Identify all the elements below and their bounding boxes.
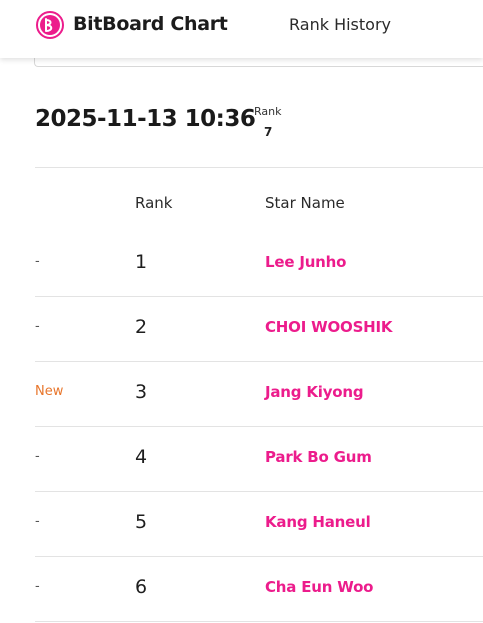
rank-number: 1 [135, 251, 148, 273]
table-row: - 1 Lee Junho [35, 232, 483, 297]
new-badge: New [35, 384, 64, 399]
table-row: - 6 Cha Eun Woo [35, 557, 483, 622]
rank-number: 4 [135, 446, 148, 468]
star-name-link[interactable]: Jang Kiyong [265, 383, 364, 401]
rank-change: - [35, 579, 40, 594]
rank-number: 6 [135, 576, 148, 598]
column-header-star-name: Star Name [265, 194, 345, 212]
rank-number: 3 [135, 381, 148, 403]
star-name-link[interactable]: CHOI WOOSHIK [265, 318, 393, 336]
star-name-link[interactable]: Kang Haneul [265, 513, 371, 531]
rank-change: - [35, 449, 40, 464]
rank-label: Rank [254, 105, 282, 118]
bitboard-logo-icon[interactable] [36, 11, 64, 39]
table-row: - 5 Kang Haneul [35, 492, 483, 557]
brand-title[interactable]: BitBoard Chart [73, 13, 228, 35]
table-row: - 2 CHOI WOOSHIK [35, 297, 483, 362]
chart-datetime: 2025-11-13 10:36 [35, 106, 256, 132]
rank-change: - [35, 319, 40, 334]
panel-edge [34, 58, 483, 67]
divider [35, 167, 483, 168]
table-row: New 3 Jang Kiyong [35, 362, 483, 427]
nav-rank-history[interactable]: Rank History [289, 15, 391, 34]
rank-value: 7 [264, 125, 273, 139]
column-header-rank: Rank [135, 194, 173, 212]
rank-change: - [35, 514, 40, 529]
rank-change: - [35, 254, 40, 269]
star-name-link[interactable]: Cha Eun Woo [265, 578, 373, 596]
rank-number: 2 [135, 316, 148, 338]
star-name-link[interactable]: Park Bo Gum [265, 448, 372, 466]
rank-number: 5 [135, 511, 148, 533]
top-header: BitBoard Chart Rank History [0, 0, 483, 58]
table-row: - 4 Park Bo Gum [35, 427, 483, 492]
star-name-link[interactable]: Lee Junho [265, 253, 346, 271]
